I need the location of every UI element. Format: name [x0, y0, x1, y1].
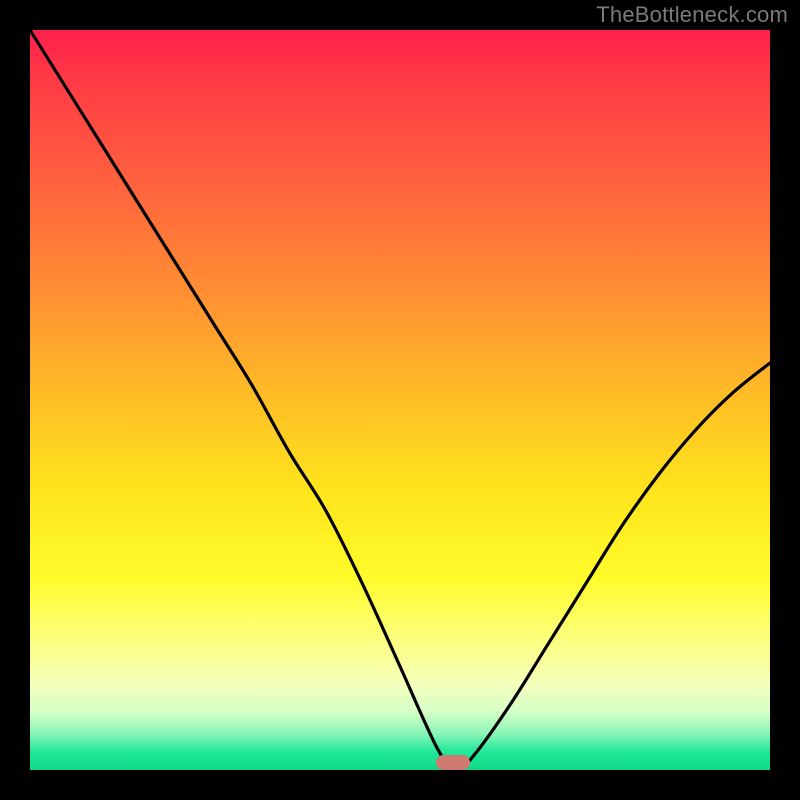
plot-area	[30, 30, 770, 770]
optimum-marker	[436, 755, 470, 770]
bottleneck-curve	[30, 30, 770, 770]
watermark-text: TheBottleneck.com	[596, 2, 788, 28]
chart-frame: TheBottleneck.com	[0, 0, 800, 800]
